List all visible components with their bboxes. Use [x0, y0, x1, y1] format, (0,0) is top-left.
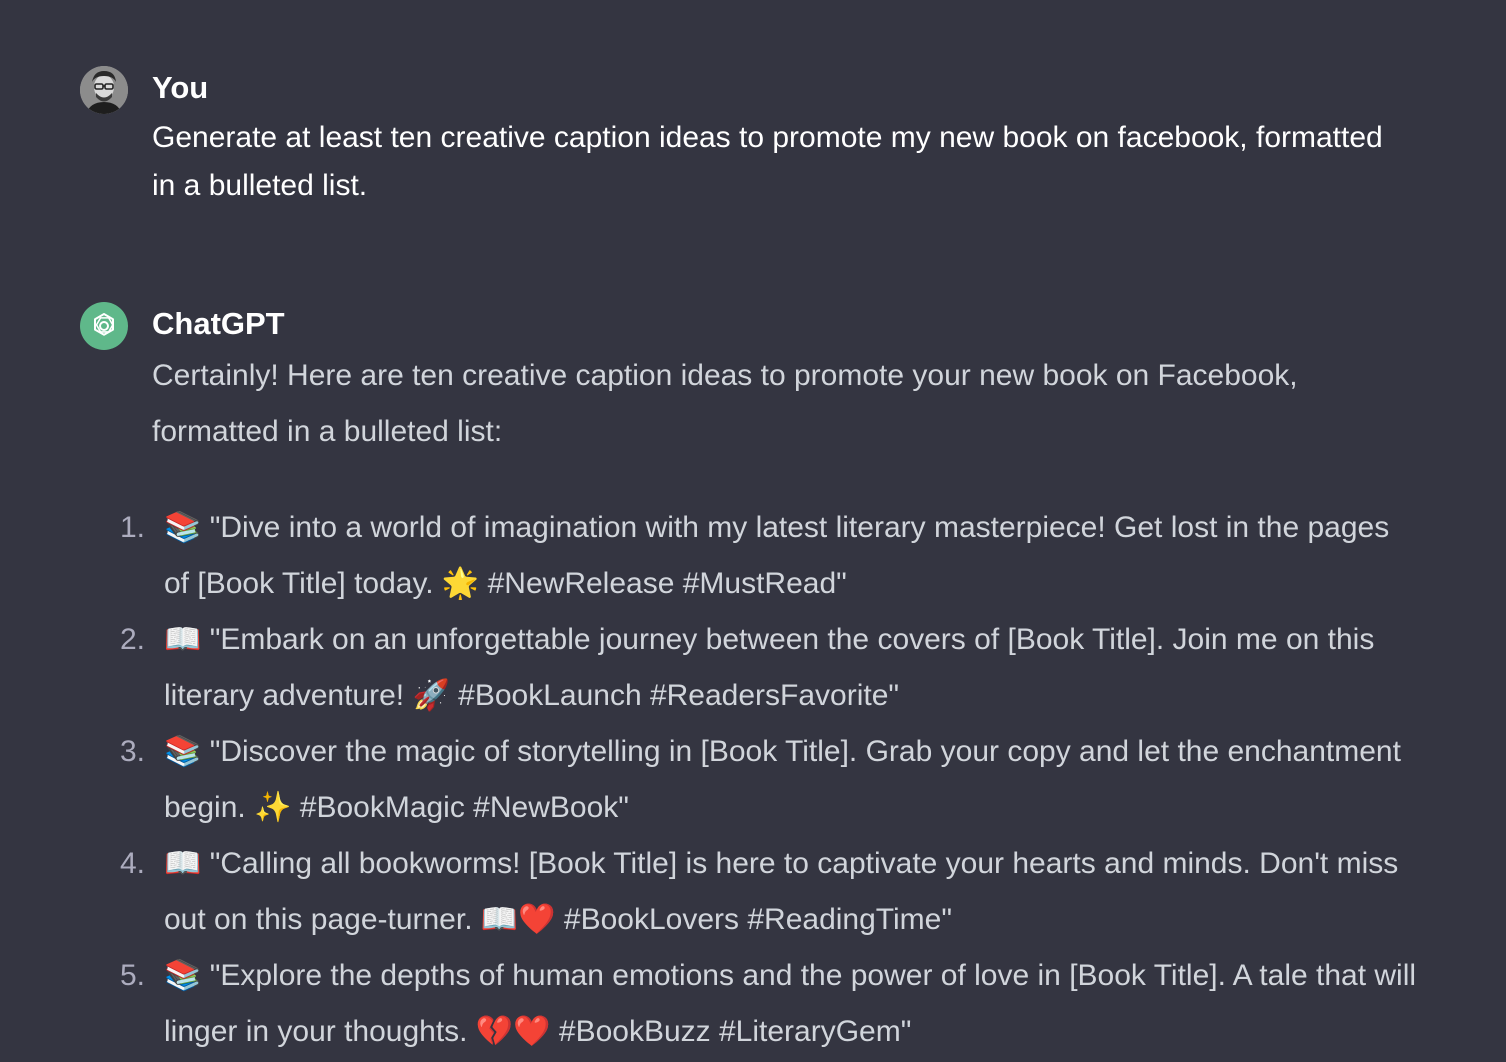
list-item-number: 3. [120, 735, 146, 768]
openai-logo-icon [94, 313, 114, 336]
list-item: 1. 📚 "Dive into a world of imagination w… [120, 500, 1420, 612]
user-avatar [80, 66, 128, 114]
caption-list: 1. 📚 "Dive into a world of imagination w… [120, 500, 1420, 1060]
list-item-text: 📖 "Embark on an unforgettable journey be… [164, 623, 1375, 712]
user-portrait-icon [80, 66, 128, 114]
list-item-number: 4. [120, 847, 146, 880]
list-item-number: 5. [120, 959, 146, 992]
user-message-text: Generate at least ten creative caption i… [152, 121, 1383, 202]
assistant-intro-text: Certainly! Here are ten creative caption… [152, 359, 1298, 448]
assistant-author-name: ChatGPT [152, 306, 285, 341]
list-item-number: 1. [120, 511, 146, 544]
list-item-text: 📚 "Discover the magic of storytelling in… [164, 735, 1401, 824]
list-item-text: 📚 "Explore the depths of human emotions … [164, 959, 1417, 1048]
list-item: 3. 📚 "Discover the magic of storytelling… [120, 724, 1420, 836]
list-item-text: 📚 "Dive into a world of imagination with… [164, 511, 1390, 600]
list-item: 5. 📚 "Explore the depths of human emotio… [120, 948, 1420, 1060]
chat-thread: You Generate at least ten creative capti… [0, 0, 1506, 1062]
list-item: 4. 📖 "Calling all bookworms! [Book Title… [120, 836, 1420, 948]
chatgpt-avatar [80, 302, 128, 350]
list-item-number: 2. [120, 623, 146, 656]
user-author-name: You [152, 70, 209, 105]
list-item: 2. 📖 "Embark on an unforgettable journey… [120, 612, 1420, 724]
list-item-text: 📖 "Calling all bookworms! [Book Title] i… [164, 847, 1399, 936]
